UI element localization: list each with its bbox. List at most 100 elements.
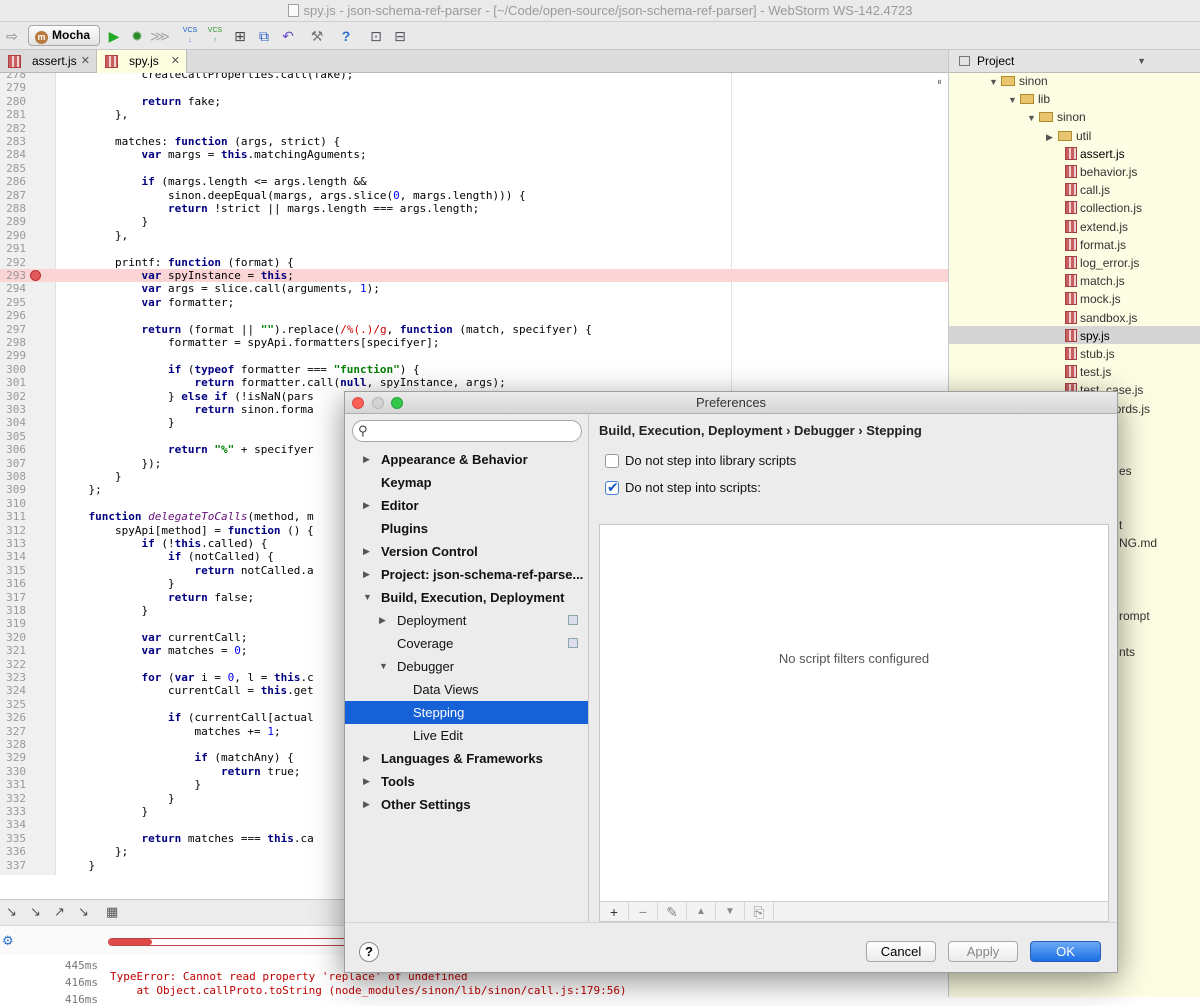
tree-file[interactable]: stub.js [1065, 345, 1115, 363]
collapsed-arrow-icon[interactable]: ▶ [363, 747, 370, 770]
code-line[interactable]: 281 }, [0, 108, 948, 121]
code-line[interactable]: 288 return !strict || margs.length === a… [0, 202, 948, 215]
expanded-arrow-icon[interactable]: ▼ [379, 655, 388, 678]
code-line[interactable]: 291 [0, 242, 948, 255]
tree-item-partial[interactable]: NG.md [1119, 534, 1157, 552]
tree-file[interactable]: format.js [1065, 236, 1126, 254]
add-filter-button[interactable]: + [600, 902, 629, 922]
compare-icon[interactable]: ⧉ [254, 26, 274, 46]
tree-file[interactable]: test.js [1065, 363, 1111, 381]
structure-icon[interactable]: ⊡ [366, 26, 386, 46]
code-line[interactable]: 294 var args = slice.call(arguments, 1); [0, 282, 948, 295]
cancel-button[interactable]: Cancel [866, 941, 936, 962]
nav-item-languages-frameworks[interactable]: ▶ Languages & Frameworks [345, 747, 588, 770]
nav-item-data-views[interactable]: Data Views [345, 678, 588, 701]
code-line[interactable]: 296 [0, 309, 948, 322]
run-icon[interactable]: ▶ [104, 26, 124, 46]
nav-item-keymap[interactable]: Keymap [345, 471, 588, 494]
nav-item-coverage[interactable]: Coverage [345, 632, 588, 655]
library-scripts-checkbox[interactable] [605, 454, 619, 468]
code-line[interactable]: 297 return (format || "").replace(/%(.)/… [0, 323, 948, 336]
console-error-line[interactable]: at Object.callProto.toString (node_modul… [110, 984, 626, 997]
code-line[interactable]: 300 if (typeof formatter === "function")… [0, 363, 948, 376]
tab-spy-js[interactable]: spy.js ✕ [97, 50, 187, 73]
code-line[interactable]: 299 [0, 349, 948, 362]
nav-item-tools[interactable]: ▶ Tools [345, 770, 588, 793]
nav-item-live-edit[interactable]: Live Edit [345, 724, 588, 747]
vcs-update-icon[interactable]: VCS ↓ [180, 26, 200, 46]
code-line[interactable]: 287 sinon.deepEqual(margs, args.slice(0,… [0, 189, 948, 202]
tree-item-partial[interactable]: nts [1119, 643, 1135, 661]
tree-folder[interactable]: ▶ util [1046, 127, 1091, 145]
zoom-window-button[interactable] [391, 397, 403, 409]
collapsed-arrow-icon[interactable]: ▶ [1046, 128, 1058, 146]
code-line[interactable]: 285 [0, 162, 948, 175]
close-tab-icon[interactable]: ✕ [81, 50, 90, 72]
tree-folder[interactable]: ▼ sinon [989, 72, 1048, 90]
evaluate-icon[interactable]: ▦ [106, 904, 118, 920]
ok-button[interactable]: OK [1030, 941, 1101, 962]
code-line[interactable]: 283 matches: function (args, strict) { [0, 135, 948, 148]
code-line[interactable]: 278 createCallProperties.call(fake); [0, 73, 948, 81]
script-filters-list[interactable]: No script filters configured + − ✎ ▲ ▼ ⎘ [599, 524, 1109, 922]
settings-search-input[interactable] [375, 424, 575, 438]
project-panel-header[interactable]: Project ▼ [949, 50, 1200, 73]
step-into-scripts-checkbox[interactable] [605, 479, 619, 496]
code-line[interactable]: 298 formatter = spyApi.formatters[specif… [0, 336, 948, 349]
debug-icon[interactable]: ✹ [127, 26, 147, 46]
nav-item-editor[interactable]: ▶ Editor [345, 494, 588, 517]
tab-assert-js[interactable]: assert.js ✕ [0, 50, 97, 73]
apply-button[interactable]: Apply [948, 941, 1018, 962]
nav-item-project-json-schema-ref-parse[interactable]: ▶ Project: json-schema-ref-parse... [345, 563, 588, 586]
move-up-button[interactable]: ▲ [687, 902, 716, 922]
expanded-arrow-icon[interactable]: ▼ [989, 73, 1001, 91]
collapsed-arrow-icon[interactable]: ▶ [363, 494, 370, 517]
gear-icon[interactable]: ⚙ [2, 933, 14, 949]
close-window-button[interactable] [352, 397, 364, 409]
expanded-arrow-icon[interactable]: ▼ [1027, 109, 1039, 127]
minimize-window-button[interactable] [372, 397, 384, 409]
nav-item-stepping[interactable]: Stepping [345, 701, 588, 724]
collapsed-arrow-icon[interactable]: ▶ [379, 609, 386, 632]
step-out-icon[interactable]: ↗ [54, 904, 65, 920]
step-over-icon[interactable]: ↘ [6, 904, 17, 920]
collapsed-arrow-icon[interactable]: ▶ [363, 540, 370, 563]
step-into-scripts-label[interactable]: Do not step into scripts: [625, 480, 761, 495]
library-scripts-label[interactable]: Do not step into library scripts [625, 453, 796, 468]
settings-search-field[interactable]: ⚲ [352, 420, 582, 442]
tree-item-partial[interactable]: t [1119, 516, 1122, 534]
close-tab-icon[interactable]: ✕ [171, 50, 180, 72]
tree-item-partial[interactable]: rompt [1119, 607, 1150, 625]
tree-file[interactable]: mock.js [1065, 290, 1121, 308]
nav-item-deployment[interactable]: ▶ Deployment [345, 609, 588, 632]
tree-file[interactable]: collection.js [1065, 199, 1142, 217]
nav-item-plugins[interactable]: Plugins [345, 517, 588, 540]
edit-filter-button[interactable]: ✎ [658, 902, 687, 922]
code-line[interactable]: 301 return formatter.call(null, spyInsta… [0, 376, 948, 389]
code-line[interactable]: 292 printf: function (format) { [0, 256, 948, 269]
tree-item-partial[interactable]: es [1119, 462, 1132, 480]
tasks-icon[interactable]: ⊟ [390, 26, 410, 46]
tree-file[interactable]: spy.js [1065, 327, 1110, 345]
run-config-select[interactable]: mMocha ▼ [28, 25, 100, 60]
nav-item-version-control[interactable]: ▶ Version Control [345, 540, 588, 563]
revert-icon[interactable]: ↶ [278, 26, 298, 46]
tree-folder[interactable]: ▼ lib [1008, 90, 1050, 108]
tree-file[interactable]: match.js [1065, 272, 1125, 290]
step-into-icon[interactable]: ↘ [30, 904, 41, 920]
settings-icon[interactable]: ⚒ [307, 26, 327, 46]
collapsed-arrow-icon[interactable]: ▶ [363, 563, 370, 586]
move-down-button[interactable]: ▼ [716, 902, 745, 922]
tree-file[interactable]: call.js [1065, 181, 1110, 199]
copy-filter-button[interactable]: ⎘ [745, 902, 774, 922]
breakpoint-icon[interactable] [30, 270, 41, 281]
code-line[interactable]: 280 return fake; [0, 95, 948, 108]
nav-item-build-execution-deployment[interactable]: ▼ Build, Execution, Deployment [345, 586, 588, 609]
history-icon[interactable]: ⊞ [230, 26, 250, 46]
expanded-arrow-icon[interactable]: ▼ [1008, 91, 1020, 109]
code-line[interactable]: 282 [0, 122, 948, 135]
code-line[interactable]: 284 var margs = this.matchingAguments; [0, 148, 948, 161]
tree-file[interactable]: assert.js [1065, 145, 1125, 163]
collapsed-arrow-icon[interactable]: ▶ [363, 448, 370, 471]
code-line[interactable]: 293 var spyInstance = this; [0, 269, 948, 283]
